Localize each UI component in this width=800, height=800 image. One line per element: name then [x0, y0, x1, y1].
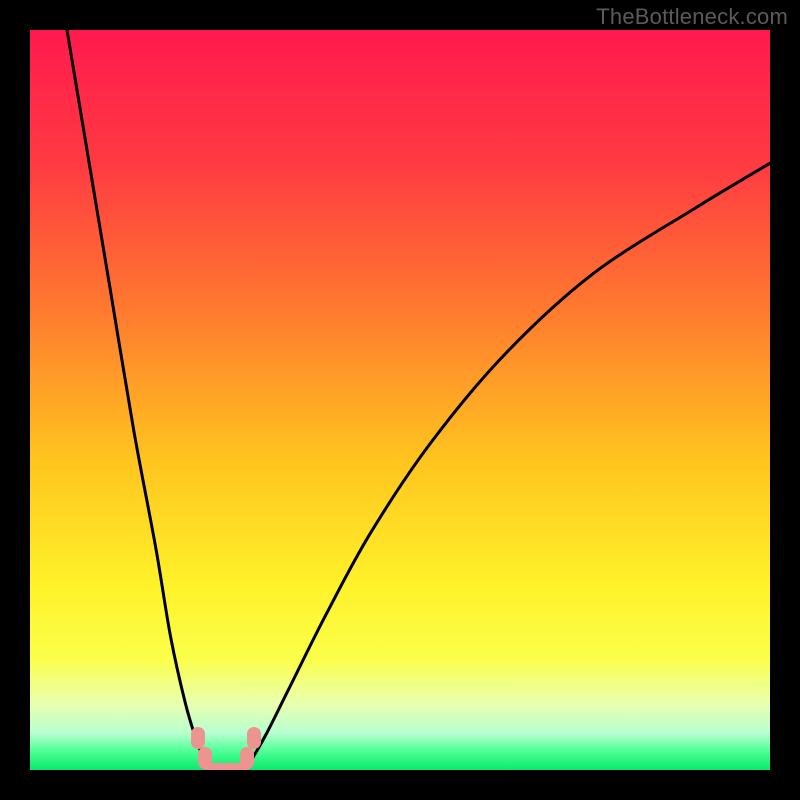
marker-trough [203, 763, 249, 770]
watermark-text: TheBottleneck.com [596, 4, 788, 30]
marker-right-upper [247, 727, 261, 749]
marker-left-upper [191, 727, 205, 749]
bottleneck-curve [30, 30, 770, 770]
curve-right-branch [245, 163, 770, 770]
curve-left-branch [67, 30, 208, 770]
plot-area [30, 30, 770, 770]
chart-frame: TheBottleneck.com [0, 0, 800, 800]
